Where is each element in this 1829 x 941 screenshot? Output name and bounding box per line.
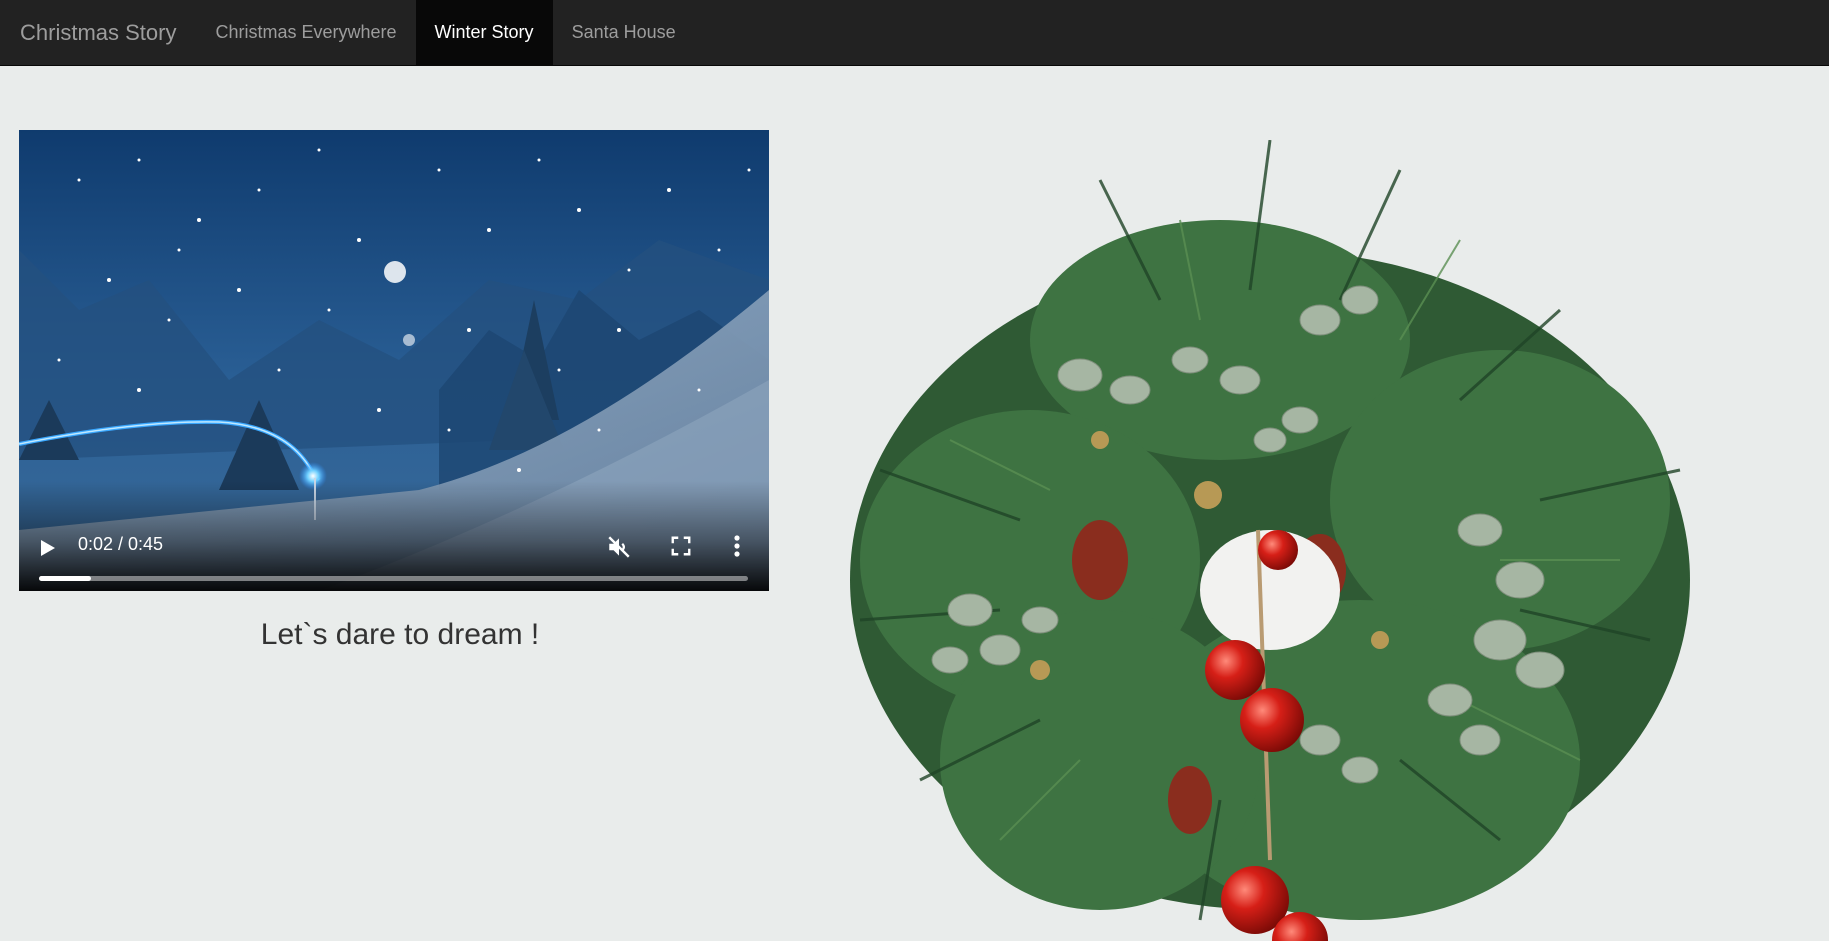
- tagline: Let`s dare to dream !: [260, 618, 540, 651]
- video-player[interactable]: 0:02 / 0:45: [19, 130, 769, 591]
- progress-bar[interactable]: [39, 576, 748, 581]
- video-time: 0:02 / 0:45: [78, 534, 164, 554]
- progress-fill: [39, 576, 92, 581]
- nav-item-christmas-everywhere[interactable]: Christmas Everywhere: [196, 0, 415, 65]
- nav-item-winter-story[interactable]: Winter Story: [415, 0, 553, 65]
- video-controls: 0:02 / 0:45: [19, 481, 769, 591]
- play-icon[interactable]: [41, 540, 55, 556]
- navbar: Christmas Story Christmas Everywhere Win…: [0, 0, 1829, 66]
- mute-icon[interactable]: [606, 534, 632, 560]
- brand-link[interactable]: Christmas Story: [0, 0, 196, 65]
- nav-item-santa-house[interactable]: Santa House: [553, 0, 695, 65]
- more-options-icon[interactable]: [727, 533, 747, 559]
- fullscreen-icon[interactable]: [670, 535, 692, 557]
- wreath-image: [850, 140, 1690, 941]
